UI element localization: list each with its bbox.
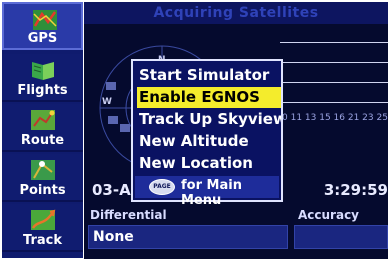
- date-readout: 03-A: [92, 181, 131, 199]
- route-icon: [31, 110, 55, 130]
- menu-item-start-simulator[interactable]: Start Simulator: [137, 65, 281, 86]
- tab-gps-label: GPS: [27, 31, 58, 46]
- tab-track-label: Track: [23, 233, 62, 248]
- page-button-icon[interactable]: PAGE: [149, 179, 175, 195]
- options-menu: Start Simulator Enable EGNOS Track Up Sk…: [131, 59, 283, 208]
- time-readout: 3:29:59: [323, 181, 388, 199]
- page-title-bar: Acquiring Satellites: [84, 2, 388, 24]
- gps-device-screen: GPS Flights Route Points Track Acquiring…: [0, 0, 388, 259]
- page-title: Acquiring Satellites: [153, 5, 319, 21]
- satellite-numbers: 0 11 13 15 16 21 23 25 3: [282, 113, 388, 123]
- tab-points-label: Points: [19, 183, 66, 198]
- data-fields: Differential Accuracy None: [88, 208, 388, 258]
- menu-item-new-altitude[interactable]: New Altitude: [137, 131, 281, 152]
- menu-item-new-location[interactable]: New Location: [137, 153, 281, 174]
- tab-route-label: Route: [20, 133, 65, 148]
- page-button-label: PAGE: [153, 183, 171, 190]
- differential-value: None: [93, 229, 134, 245]
- compass-west-label: W: [102, 97, 112, 107]
- satellite-marker: [106, 82, 116, 90]
- satellite-icon: [33, 10, 57, 30]
- tab-route[interactable]: Route: [2, 104, 83, 152]
- signal-baseline: [280, 62, 388, 63]
- tab-gps[interactable]: GPS: [2, 2, 83, 50]
- satellite-marker: [108, 116, 118, 124]
- tab-points[interactable]: Points: [2, 154, 83, 202]
- signal-strength-area: [280, 30, 388, 110]
- accuracy-field[interactable]: [294, 225, 388, 249]
- tab-track[interactable]: Track: [2, 204, 83, 252]
- tab-flights[interactable]: Flights: [2, 54, 83, 102]
- waypoint-icon: [31, 160, 55, 180]
- differential-label: Differential: [90, 208, 167, 222]
- signal-baseline: [280, 42, 388, 43]
- menu-footer: PAGE for Main Menu: [135, 176, 279, 208]
- menu-item-enable-egnos[interactable]: Enable EGNOS: [137, 87, 281, 108]
- accuracy-label: Accuracy: [298, 208, 360, 222]
- satellite-marker: [120, 124, 130, 132]
- signal-baseline: [280, 82, 388, 83]
- track-icon: [31, 209, 56, 230]
- differential-field[interactable]: None: [88, 225, 288, 249]
- menu-item-track-up-skyview[interactable]: Track Up Skyview: [137, 109, 281, 130]
- map-book-icon: [32, 62, 54, 80]
- sidebar-nav: GPS Flights Route Points Track: [2, 2, 83, 258]
- signal-baseline: [280, 102, 388, 103]
- menu-footer-hint: for Main Menu: [181, 178, 242, 208]
- tab-flights-label: Flights: [17, 83, 68, 98]
